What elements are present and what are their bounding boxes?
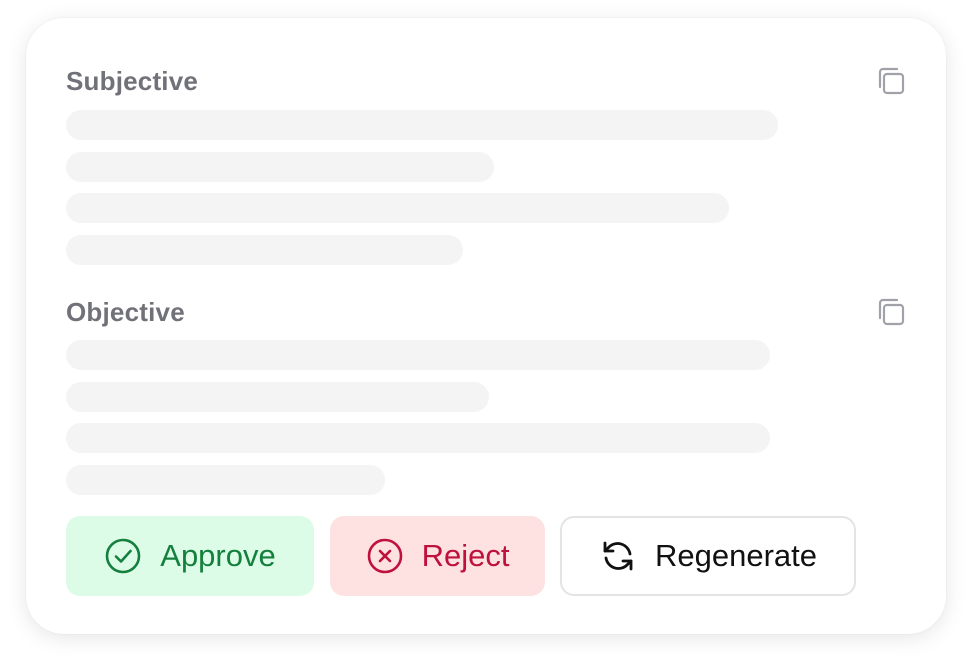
skeleton-line (66, 235, 463, 265)
reject-button[interactable]: Reject (330, 516, 545, 596)
skeleton-line (66, 193, 729, 223)
approve-button[interactable]: Approve (66, 516, 314, 596)
note-card: Subjective Objective Approve Reject Rege… (26, 18, 946, 634)
approve-label: Approve (160, 538, 276, 573)
skeleton-line (66, 465, 385, 495)
copy-objective-button[interactable] (874, 297, 908, 331)
skeleton-line (66, 110, 778, 140)
skeleton-line (66, 340, 770, 370)
copy-icon (875, 65, 907, 102)
check-circle-icon (104, 537, 142, 575)
copy-subjective-button[interactable] (874, 66, 908, 100)
skeleton-line (66, 152, 494, 182)
reject-label: Reject (421, 538, 510, 573)
refresh-icon (599, 537, 637, 575)
copy-icon (875, 296, 907, 333)
regenerate-label: Regenerate (654, 538, 817, 573)
skeleton-line (66, 382, 489, 412)
section-title-objective: Objective (66, 297, 185, 327)
skeleton-line (66, 423, 770, 453)
x-circle-icon (366, 537, 404, 575)
regenerate-button[interactable]: Regenerate (560, 516, 856, 596)
section-title-subjective: Subjective (66, 66, 199, 96)
